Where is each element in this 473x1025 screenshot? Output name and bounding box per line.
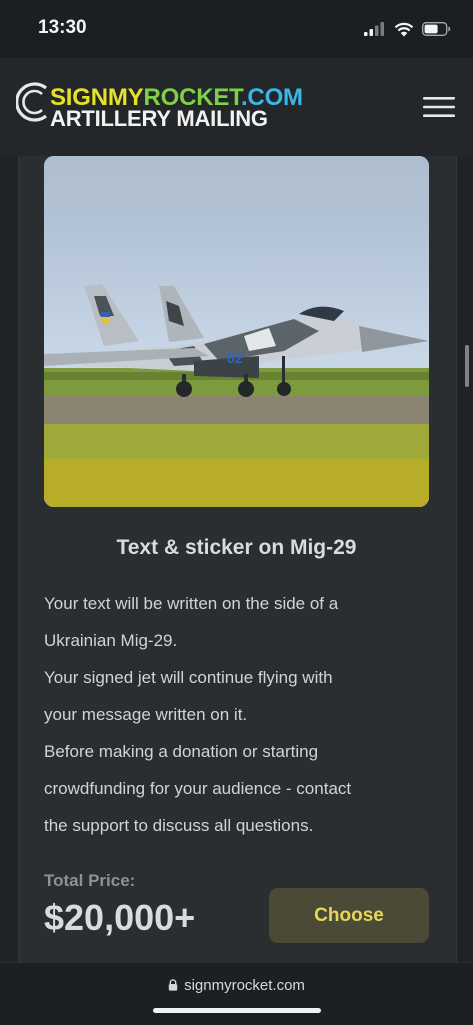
site-header: SIGNMYROCKET.COM ARTILLERY MAILING — [0, 58, 473, 156]
choose-button[interactable]: Choose — [269, 888, 429, 943]
page-scrollbar[interactable] — [465, 345, 469, 387]
description-line: Your text will be written on the side of… — [44, 594, 339, 613]
description-line: Your signed jet will continue flying wit… — [44, 668, 333, 687]
battery-icon — [422, 22, 451, 36]
cellular-signal-icon — [364, 22, 384, 36]
lock-icon — [168, 979, 178, 991]
logo-tagline: ARTILLERY MAILING — [50, 106, 268, 131]
hamburger-menu-icon[interactable] — [423, 96, 455, 118]
browser-address-bar[interactable]: signmyrocket.com — [0, 962, 473, 1025]
description-line: the support to discuss all questions. — [44, 816, 314, 835]
wifi-icon — [394, 22, 414, 36]
product-description: Your text will be written on the side of… — [44, 585, 434, 844]
mig-29-jet-photo: 02 — [44, 156, 429, 507]
description-line: crowdfunding for your audience - contact — [44, 779, 352, 798]
url-display[interactable]: signmyrocket.com — [0, 977, 473, 994]
total-price-label: Total Price: — [44, 871, 136, 890]
total-price-value: $20,000+ — [44, 897, 196, 938]
status-time: 13:30 — [38, 17, 87, 38]
aircraft-number: 02 — [227, 350, 243, 366]
description-line: your message written on it. — [44, 705, 248, 724]
home-indicator[interactable] — [153, 1008, 321, 1013]
description-line: Before making a donation or starting — [44, 742, 319, 761]
status-bar: 13:30 — [0, 0, 473, 58]
product-title: Text & sticker on Mig-29 — [116, 536, 357, 559]
status-icons — [364, 18, 451, 40]
url-text: signmyrocket.com — [184, 977, 305, 994]
description-line: Ukrainian Mig-29. — [44, 631, 178, 650]
